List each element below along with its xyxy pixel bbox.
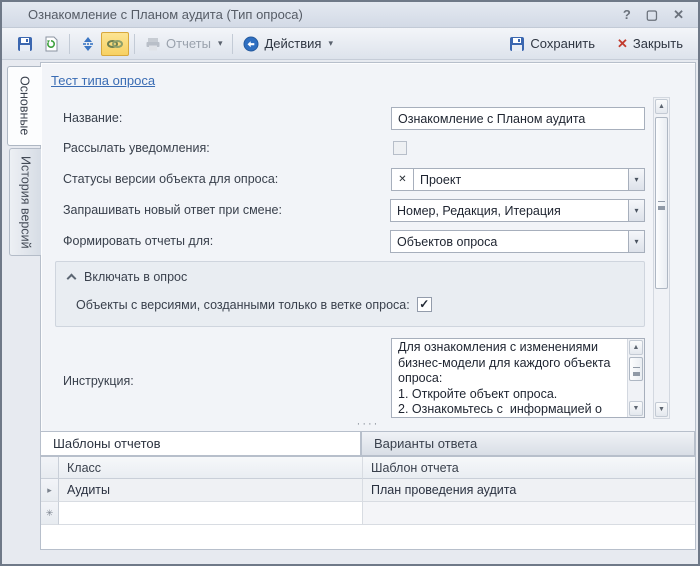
scroll-thumb[interactable] <box>655 117 668 289</box>
chain-link-icon <box>106 36 124 52</box>
instruction-text[interactable]: Для ознакомления с изменениями бизнес-мо… <box>392 339 627 417</box>
name-input[interactable] <box>391 107 645 130</box>
tab-main-label: Основные <box>18 76 32 135</box>
save-label: Сохранить <box>530 36 595 51</box>
branch-versions-checkbox[interactable]: ✓ <box>417 297 432 312</box>
instruction-label: Инструкция: <box>63 373 134 389</box>
scroll-down-icon[interactable]: ▼ <box>629 401 643 416</box>
grid-header-row: Класс Шаблон отчета <box>41 457 695 479</box>
column-header-template[interactable]: Шаблон отчета <box>363 457 695 479</box>
form-scrollbar[interactable]: ▲ ▼ <box>653 97 670 419</box>
test-survey-type-link[interactable]: Тест типа опроса <box>51 73 155 88</box>
clear-icon[interactable]: ✕ <box>391 168 414 191</box>
close-button[interactable]: ✕ Закрыть <box>612 32 688 56</box>
reports-for-label: Формировать отчеты для: <box>63 230 213 253</box>
refresh-document-button[interactable] <box>38 32 64 56</box>
fit-splitter-button[interactable] <box>75 32 101 56</box>
actions-label: Действия <box>264 36 321 51</box>
collapse-icon[interactable] <box>67 274 77 284</box>
table-row[interactable]: ▸ Аудиты План проведения аудита <box>41 479 695 502</box>
chevron-down-icon[interactable]: ▾ <box>628 168 645 191</box>
notify-checkbox[interactable] <box>393 141 407 155</box>
floppy-icon <box>509 36 525 52</box>
grip-icon <box>658 201 665 206</box>
tab-report-templates-label: Шаблоны отчетов <box>53 436 161 451</box>
group-title: Включать в опрос <box>84 270 187 284</box>
red-x-icon: ✕ <box>617 36 628 52</box>
save-and-stay-button[interactable]: Сохранить <box>504 32 600 56</box>
chevron-down-icon[interactable]: ▾ <box>628 199 645 222</box>
tab-report-templates[interactable]: Шаблоны отчетов <box>41 431 361 456</box>
help-icon[interactable]: ? <box>623 7 631 23</box>
status-combobox[interactable]: ✕ Проект ▾ <box>391 168 645 191</box>
scroll-down-icon[interactable]: ▼ <box>655 402 668 417</box>
tab-answer-options[interactable]: Варианты ответа <box>361 431 695 456</box>
actions-button[interactable]: Действия ▾ <box>238 32 338 56</box>
split-arrows-icon <box>80 36 96 52</box>
cell-template[interactable] <box>363 502 695 525</box>
table-row-new[interactable]: ✳ <box>41 502 695 525</box>
new-row-icon: ✳ <box>41 502 59 525</box>
main-panel: Тест типа опроса Название: Рассылать уве… <box>40 62 696 550</box>
reports-for-combobox[interactable]: Объектов опроса ▾ <box>391 230 645 253</box>
chevron-down-icon: ▾ <box>328 38 333 49</box>
dialog-window: Ознакомление с Планом аудита (Тип опроса… <box>0 0 700 566</box>
close-label: Закрыть <box>633 36 683 51</box>
toolbar: Отчеты ▾ Действия ▾ Сохранить <box>2 28 698 60</box>
refresh-document-icon <box>43 36 59 52</box>
reports-label: Отчеты <box>166 36 211 51</box>
reports-button[interactable]: Отчеты ▾ <box>140 32 227 56</box>
chevron-down-icon: ▾ <box>218 38 223 49</box>
status-label: Статусы версии объекта для опроса: <box>63 168 278 191</box>
close-icon[interactable]: ✕ <box>673 7 684 23</box>
branch-versions-label: Объекты с версиями, созданными только в … <box>76 298 410 312</box>
tab-main[interactable]: Основные <box>7 66 41 146</box>
grip-icon <box>633 367 640 372</box>
report-templates-grid: Класс Шаблон отчета ▸ Аудиты План провед… <box>41 456 695 549</box>
reports-for-value[interactable]: Объектов опроса <box>390 230 629 253</box>
column-header-class[interactable]: Класс <box>59 457 363 479</box>
cell-class[interactable]: Аудиты <box>59 479 363 502</box>
tab-version-history[interactable]: История версий <box>9 148 41 256</box>
tab-version-history-label: История версий <box>19 156 33 249</box>
instruction-scrollbar[interactable]: ▲ ▼ <box>627 339 644 417</box>
group-header[interactable]: Включать в опрос <box>56 262 644 284</box>
row-indicator-icon: ▸ <box>41 479 59 502</box>
name-label: Название: <box>63 107 122 130</box>
cell-class[interactable] <box>59 502 363 525</box>
new-answer-label: Запрашивать новый ответ при смене: <box>63 199 282 222</box>
toolbar-separator <box>232 34 233 54</box>
notify-label: Рассылать уведомления: <box>63 140 210 156</box>
actions-icon <box>243 36 259 52</box>
new-answer-combobox[interactable]: Номер, Редакция, Итерация ▾ <box>391 199 645 222</box>
group-row: Объекты с версиями, созданными только в … <box>56 284 644 312</box>
save-button[interactable] <box>12 32 38 56</box>
maximize-icon[interactable]: ▢ <box>646 7 658 23</box>
scroll-up-icon[interactable]: ▲ <box>655 99 668 114</box>
status-value[interactable]: Проект <box>413 168 629 191</box>
floppy-icon <box>17 36 33 52</box>
window-buttons: ? ▢ ✕ <box>623 7 698 23</box>
grid-corner-cell <box>41 457 59 479</box>
tab-answer-options-label: Варианты ответа <box>374 436 477 451</box>
instruction-textarea[interactable]: Для ознакомления с изменениями бизнес-мо… <box>391 338 645 418</box>
cell-template[interactable]: План проведения аудита <box>363 479 695 502</box>
chevron-down-icon[interactable]: ▾ <box>628 230 645 253</box>
scroll-thumb[interactable] <box>629 357 643 381</box>
include-in-survey-group: Включать в опрос Объекты с версиями, соз… <box>55 261 645 327</box>
toolbar-separator <box>69 34 70 54</box>
window-title: Ознакомление с Планом аудита (Тип опроса… <box>2 7 303 22</box>
splitter-handle[interactable]: ···· <box>41 420 695 430</box>
title-bar[interactable]: Ознакомление с Планом аудита (Тип опроса… <box>2 2 698 28</box>
toolbar-separator <box>134 34 135 54</box>
scroll-up-icon[interactable]: ▲ <box>629 340 643 355</box>
new-answer-value[interactable]: Номер, Редакция, Итерация <box>390 199 629 222</box>
link-toggle-button[interactable] <box>101 32 129 56</box>
toolbar-right-group: Сохранить ✕ Закрыть <box>504 32 688 56</box>
printer-icon <box>145 36 161 52</box>
